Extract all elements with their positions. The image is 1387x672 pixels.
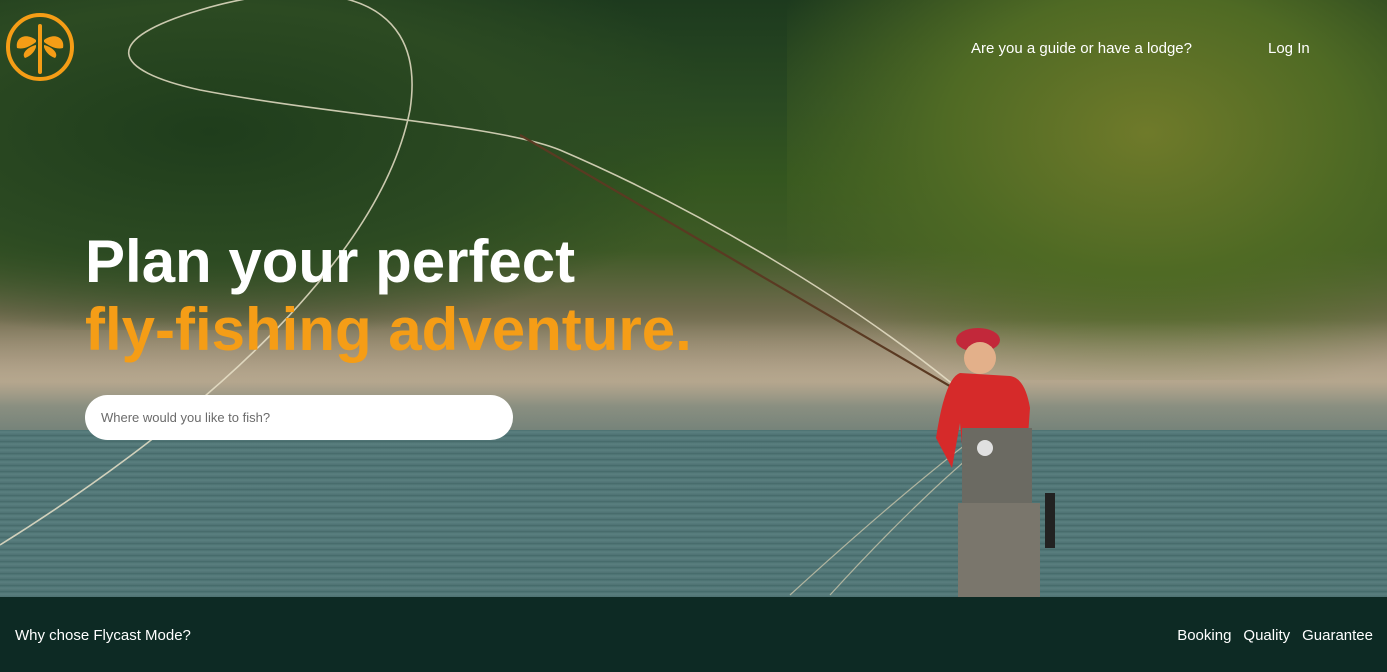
why-flycast-label: Why chose Flycast Mode?	[15, 627, 191, 644]
destination-search-input[interactable]	[85, 395, 513, 440]
footer-nav: Booking Quality Guarantee	[1173, 623, 1377, 648]
guide-lodge-link[interactable]: Are you a guide or have a lodge?	[971, 40, 1192, 57]
footer-link-booking[interactable]: Booking	[1173, 623, 1235, 648]
hero-headline: Plan your perfect fly-fishing adventure.	[85, 228, 692, 364]
login-link[interactable]: Log In	[1268, 40, 1310, 57]
footer-bar: Why chose Flycast Mode? Booking Quality …	[0, 597, 1387, 672]
footer-link-guarantee[interactable]: Guarantee	[1298, 623, 1377, 648]
headline-line-1: Plan your perfect	[85, 228, 576, 295]
angler-figure	[936, 328, 1055, 597]
fly-logo-icon[interactable]	[5, 12, 75, 82]
headline-line-2: fly-fishing adventure.	[85, 296, 692, 363]
footer-link-quality[interactable]: Quality	[1239, 623, 1294, 648]
